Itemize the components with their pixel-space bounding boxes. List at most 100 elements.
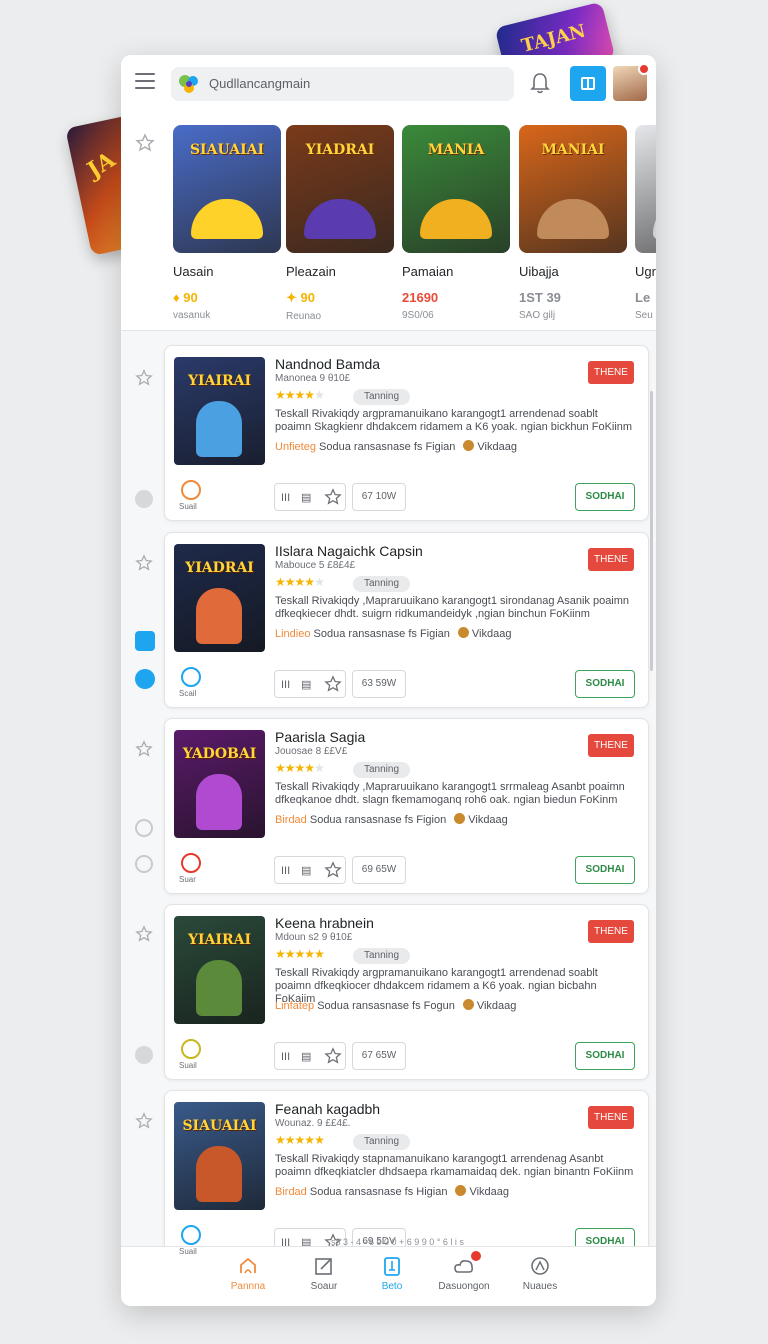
category-icon[interactable] bbox=[181, 1225, 201, 1245]
pause-icon[interactable] bbox=[135, 819, 153, 837]
game-title[interactable]: Feanah kagadbh bbox=[275, 1101, 380, 1117]
status-badge[interactable]: THENE bbox=[588, 920, 634, 943]
game-title[interactable]: Nandnod Bamda bbox=[275, 356, 380, 372]
download-size: 67 65W bbox=[352, 1042, 406, 1070]
game-title[interactable]: IIslara Nagaichk Capsin bbox=[275, 543, 423, 559]
category-icon[interactable] bbox=[181, 480, 201, 500]
category-label: Scail bbox=[179, 689, 197, 698]
grid-icon[interactable]: ▤ bbox=[301, 491, 311, 504]
carousel-item-title: Pamaian bbox=[402, 264, 454, 279]
genre-tag[interactable]: Tanning bbox=[353, 1134, 410, 1150]
cover-art-text: YIADRAI bbox=[305, 142, 375, 158]
rating-star-icon: ★ bbox=[304, 761, 315, 775]
rating-stars: ★★★★★ bbox=[275, 1133, 325, 1147]
game-title[interactable]: Keena hrabnein bbox=[275, 915, 374, 931]
app-window: Qudllancangmain SIAUAIAI Uasain ♦ 90 vasanu… bbox=[121, 55, 656, 1306]
game-cover-image[interactable]: YIADRAI bbox=[174, 544, 265, 652]
status-badge[interactable]: THENE bbox=[588, 734, 634, 757]
genre-tag[interactable]: Tanning bbox=[353, 576, 410, 592]
game-cover-image[interactable]: SIAUAIAI bbox=[173, 125, 281, 253]
status-badge[interactable]: THENE bbox=[588, 361, 634, 384]
category-icon[interactable] bbox=[181, 1039, 201, 1059]
carousel-item[interactable]: YIADRAI Pleazain ✦ 90 Reunao bbox=[286, 125, 396, 322]
game-card[interactable]: YIAIRAI Keena hrabnein Mdoun s2 9 θ10£ ★★★★… bbox=[164, 904, 649, 1080]
star-icon[interactable] bbox=[324, 861, 342, 879]
game-cover-image[interactable]: YIAIRAI bbox=[174, 357, 265, 465]
game-cover-image[interactable]: MANIAI bbox=[519, 125, 627, 253]
star-icon[interactable] bbox=[324, 675, 342, 693]
genre-tag[interactable]: Tanning bbox=[353, 948, 410, 964]
star-icon[interactable] bbox=[135, 554, 153, 572]
star-icon[interactable] bbox=[324, 1047, 342, 1065]
rail-dot-icon[interactable] bbox=[135, 1046, 153, 1064]
game-description: Teskall Rivakiqdy ,Mapraruuikano karango… bbox=[275, 595, 630, 620]
game-cover-image[interactable]: SIAUAIAI bbox=[174, 1102, 265, 1210]
game-card[interactable]: YIAIRAI Nandnod Bamda Manonea 9 θ10£ ★★★★★ T… bbox=[164, 345, 649, 521]
category-icon[interactable] bbox=[181, 853, 201, 873]
carousel-item-title: Uibajja bbox=[519, 264, 559, 279]
cover-character-shape bbox=[191, 199, 263, 239]
bell-icon[interactable] bbox=[529, 71, 551, 95]
bars-icon[interactable]: III bbox=[281, 492, 290, 504]
star-icon[interactable] bbox=[135, 740, 153, 758]
carousel-item-subtitle: Seu bbox=[635, 310, 653, 321]
nav-item-nuaues[interactable]: Nuaues bbox=[495, 1255, 585, 1292]
status-badge[interactable]: THENE bbox=[588, 548, 634, 571]
carousel-item[interactable]: MANIA Pamaian 21690 9S0/06 bbox=[402, 125, 512, 321]
rating-star-icon: ★ bbox=[294, 1133, 306, 1147]
game-cover-image[interactable]: YADOBAI bbox=[174, 730, 265, 838]
star-icon[interactable] bbox=[324, 488, 342, 506]
grid-icon[interactable]: ▤ bbox=[301, 864, 311, 877]
price-value: Le bbox=[635, 290, 651, 305]
get-button[interactable]: SODHAI bbox=[575, 856, 635, 884]
carousel-item-title: Uasain bbox=[173, 264, 214, 279]
game-meta: Mabouce 5 £8£4£ bbox=[275, 560, 356, 571]
rating-star-icon: ★ bbox=[284, 1133, 296, 1147]
search-bar[interactable]: Qudllancangmain bbox=[171, 67, 514, 101]
game-language-line: Birdad Sodua ransasnase fs Figion Vikdaag bbox=[275, 813, 508, 826]
rail-dot-icon[interactable] bbox=[135, 490, 153, 508]
star-icon[interactable] bbox=[135, 1112, 153, 1130]
rating-stars: ★★★★★ bbox=[275, 388, 325, 402]
link-icon[interactable] bbox=[135, 669, 155, 689]
carousel-item[interactable]: MANIAI Uibajja 1ST 39 SAO gilj bbox=[519, 125, 629, 321]
decorative-card-text: TAJAN bbox=[519, 20, 588, 57]
carousel-item[interactable]: SIAUAIAI Uasain ♦ 90 vasanuk bbox=[173, 125, 283, 321]
grid-icon[interactable]: ▤ bbox=[301, 1050, 311, 1063]
game-card[interactable]: YIADRAI IIslara Nagaichk Capsin Mabouce 5 … bbox=[164, 532, 649, 708]
star-icon[interactable] bbox=[135, 369, 153, 387]
game-card[interactable]: YADOBAI Paarisla Sagia Jouosae 8 ££V£ ★★★★★… bbox=[164, 718, 649, 894]
avatar[interactable] bbox=[613, 63, 650, 101]
game-cover-image[interactable]: MANIA bbox=[402, 125, 510, 253]
carousel-item-price: ✦ 90 bbox=[286, 290, 396, 306]
carousel-item[interactable]: Ugr Le Seu bbox=[635, 125, 656, 321]
grid-view-button[interactable] bbox=[570, 66, 606, 101]
status-badge[interactable]: THENE bbox=[588, 1106, 634, 1129]
star-icon[interactable] bbox=[135, 925, 153, 943]
genre-tag[interactable]: Tanning bbox=[353, 762, 410, 778]
grid-icon bbox=[581, 77, 595, 90]
genre-tag[interactable]: Tanning bbox=[353, 389, 410, 405]
game-cover-image[interactable]: YIAIRAI bbox=[174, 916, 265, 1024]
star-icon[interactable] bbox=[135, 133, 155, 153]
grid-icon[interactable]: ▤ bbox=[301, 678, 311, 691]
toggle-icon[interactable] bbox=[135, 855, 153, 873]
bars-icon[interactable]: III bbox=[281, 679, 290, 691]
game-cover-image[interactable]: YIADRAI bbox=[286, 125, 394, 253]
bookmark-icon[interactable] bbox=[135, 631, 155, 651]
menu-icon[interactable] bbox=[135, 73, 155, 89]
category-icon[interactable] bbox=[181, 667, 201, 687]
get-button[interactable]: SODHAI bbox=[575, 483, 635, 511]
featured-carousel[interactable]: SIAUAIAI Uasain ♦ 90 vasanuk YIADRAI Pleazain… bbox=[121, 111, 656, 377]
price-value: 90 bbox=[300, 290, 315, 305]
get-button[interactable]: SODHAI bbox=[575, 670, 635, 698]
search-input[interactable]: Qudllancangmain bbox=[209, 76, 310, 91]
rating-star-icon: ★ bbox=[304, 575, 315, 589]
game-title[interactable]: Paarisla Sagia bbox=[275, 729, 365, 745]
scrollbar[interactable] bbox=[650, 391, 653, 671]
bars-icon[interactable]: III bbox=[281, 865, 290, 877]
get-button[interactable]: SODHAI bbox=[575, 1042, 635, 1070]
game-meta: Jouosae 8 ££V£ bbox=[275, 746, 348, 757]
game-cover-image[interactable] bbox=[635, 125, 656, 253]
bars-icon[interactable]: III bbox=[281, 1051, 290, 1063]
